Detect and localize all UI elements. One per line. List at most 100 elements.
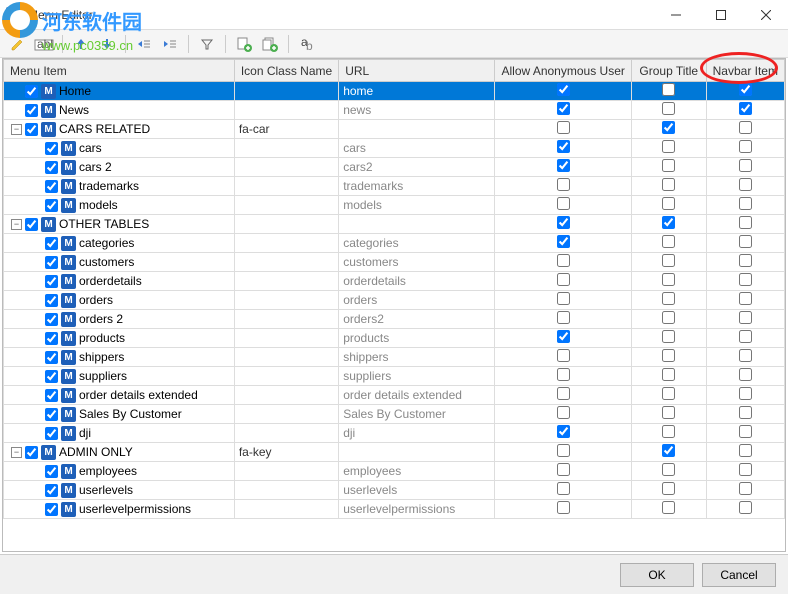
ok-button[interactable]: OK [620,563,694,587]
table-row[interactable]: Muserlevelpermissionsuserlevelpermission… [4,500,785,519]
navbar-checkbox[interactable] [739,235,752,248]
anon-checkbox[interactable] [557,311,570,324]
table-row[interactable]: Muserlevelsuserlevels [4,481,785,500]
grid-area[interactable]: Menu Item Icon Class Name URL Allow Anon… [2,58,786,552]
navbar-checkbox[interactable] [739,292,752,305]
table-row[interactable]: −MADMIN ONLYfa-key [4,443,785,462]
row-enabled-checkbox[interactable] [45,180,58,193]
table-row[interactable]: MNewsnews [4,101,785,120]
anon-checkbox[interactable] [557,216,570,229]
group-title-checkbox[interactable] [662,406,675,419]
navbar-checkbox[interactable] [739,216,752,229]
group-title-checkbox[interactable] [662,501,675,514]
col-group-title[interactable]: Group Title [631,60,706,82]
table-row[interactable]: Mcarscars [4,139,785,158]
anon-checkbox[interactable] [557,83,570,96]
group-title-checkbox[interactable] [662,216,675,229]
table-row[interactable]: Mcategoriescategories [4,234,785,253]
group-title-checkbox[interactable] [662,387,675,400]
table-row[interactable]: Mmodelsmodels [4,196,785,215]
group-title-checkbox[interactable] [662,330,675,343]
navbar-checkbox[interactable] [739,330,752,343]
anon-checkbox[interactable] [557,178,570,191]
navbar-checkbox[interactable] [739,159,752,172]
anon-checkbox[interactable] [557,387,570,400]
table-row[interactable]: Morderdetailsorderdetails [4,272,785,291]
tree-expander[interactable]: − [11,124,22,135]
anon-checkbox[interactable] [557,102,570,115]
add-items-icon[interactable] [258,33,282,55]
table-row[interactable]: Memployeesemployees [4,462,785,481]
move-up-icon[interactable] [69,33,93,55]
group-title-checkbox[interactable] [662,273,675,286]
anon-checkbox[interactable] [557,463,570,476]
minimize-button[interactable] [653,0,698,30]
group-title-checkbox[interactable] [662,178,675,191]
add-item-icon[interactable] [232,33,256,55]
row-enabled-checkbox[interactable] [45,256,58,269]
row-enabled-checkbox[interactable] [45,427,58,440]
group-title-checkbox[interactable] [662,292,675,305]
group-title-checkbox[interactable] [662,197,675,210]
row-enabled-checkbox[interactable] [45,503,58,516]
textbox-icon[interactable]: abl [32,33,56,55]
move-down-icon[interactable] [95,33,119,55]
navbar-checkbox[interactable] [739,311,752,324]
anon-checkbox[interactable] [557,273,570,286]
group-title-checkbox[interactable] [662,463,675,476]
close-button[interactable] [743,0,788,30]
indent-icon[interactable] [158,33,182,55]
anon-checkbox[interactable] [557,235,570,248]
group-title-checkbox[interactable] [662,444,675,457]
navbar-checkbox[interactable] [739,444,752,457]
row-enabled-checkbox[interactable] [45,370,58,383]
anon-checkbox[interactable] [557,254,570,267]
anon-checkbox[interactable] [557,197,570,210]
anon-checkbox[interactable] [557,482,570,495]
group-title-checkbox[interactable] [662,83,675,96]
navbar-checkbox[interactable] [739,254,752,267]
anon-checkbox[interactable] [557,121,570,134]
filter-icon[interactable] [195,33,219,55]
anon-checkbox[interactable] [557,501,570,514]
text-tool-icon[interactable]: ab [295,33,319,55]
anon-checkbox[interactable] [557,425,570,438]
group-title-checkbox[interactable] [662,368,675,381]
anon-checkbox[interactable] [557,406,570,419]
table-row[interactable]: Mordersorders [4,291,785,310]
row-enabled-checkbox[interactable] [45,275,58,288]
group-title-checkbox[interactable] [662,425,675,438]
row-enabled-checkbox[interactable] [45,484,58,497]
row-enabled-checkbox[interactable] [45,351,58,364]
row-enabled-checkbox[interactable] [25,85,38,98]
group-title-checkbox[interactable] [662,140,675,153]
table-row[interactable]: Morder details extendedorder details ext… [4,386,785,405]
table-row[interactable]: Mshippersshippers [4,348,785,367]
row-enabled-checkbox[interactable] [45,142,58,155]
table-row[interactable]: Msupplierssuppliers [4,367,785,386]
group-title-checkbox[interactable] [662,121,675,134]
row-enabled-checkbox[interactable] [45,294,58,307]
navbar-checkbox[interactable] [739,501,752,514]
navbar-checkbox[interactable] [739,425,752,438]
group-title-checkbox[interactable] [662,159,675,172]
table-row[interactable]: Mcars 2cars2 [4,158,785,177]
navbar-checkbox[interactable] [739,387,752,400]
table-row[interactable]: Morders 2orders2 [4,310,785,329]
navbar-checkbox[interactable] [739,140,752,153]
cancel-button[interactable]: Cancel [702,563,776,587]
table-row[interactable]: Mproductsproducts [4,329,785,348]
navbar-checkbox[interactable] [739,178,752,191]
table-row[interactable]: −MCARS RELATEDfa-car [4,120,785,139]
table-row[interactable]: Mtrademarkstrademarks [4,177,785,196]
navbar-checkbox[interactable] [739,406,752,419]
col-url[interactable]: URL [339,60,495,82]
col-menu-item[interactable]: Menu Item [4,60,235,82]
row-enabled-checkbox[interactable] [45,199,58,212]
table-row[interactable]: MSales By CustomerSales By Customer [4,405,785,424]
col-anon[interactable]: Allow Anonymous User [495,60,631,82]
group-title-checkbox[interactable] [662,235,675,248]
navbar-checkbox[interactable] [739,349,752,362]
edit-icon[interactable] [6,33,30,55]
col-icon-class[interactable]: Icon Class Name [234,60,338,82]
